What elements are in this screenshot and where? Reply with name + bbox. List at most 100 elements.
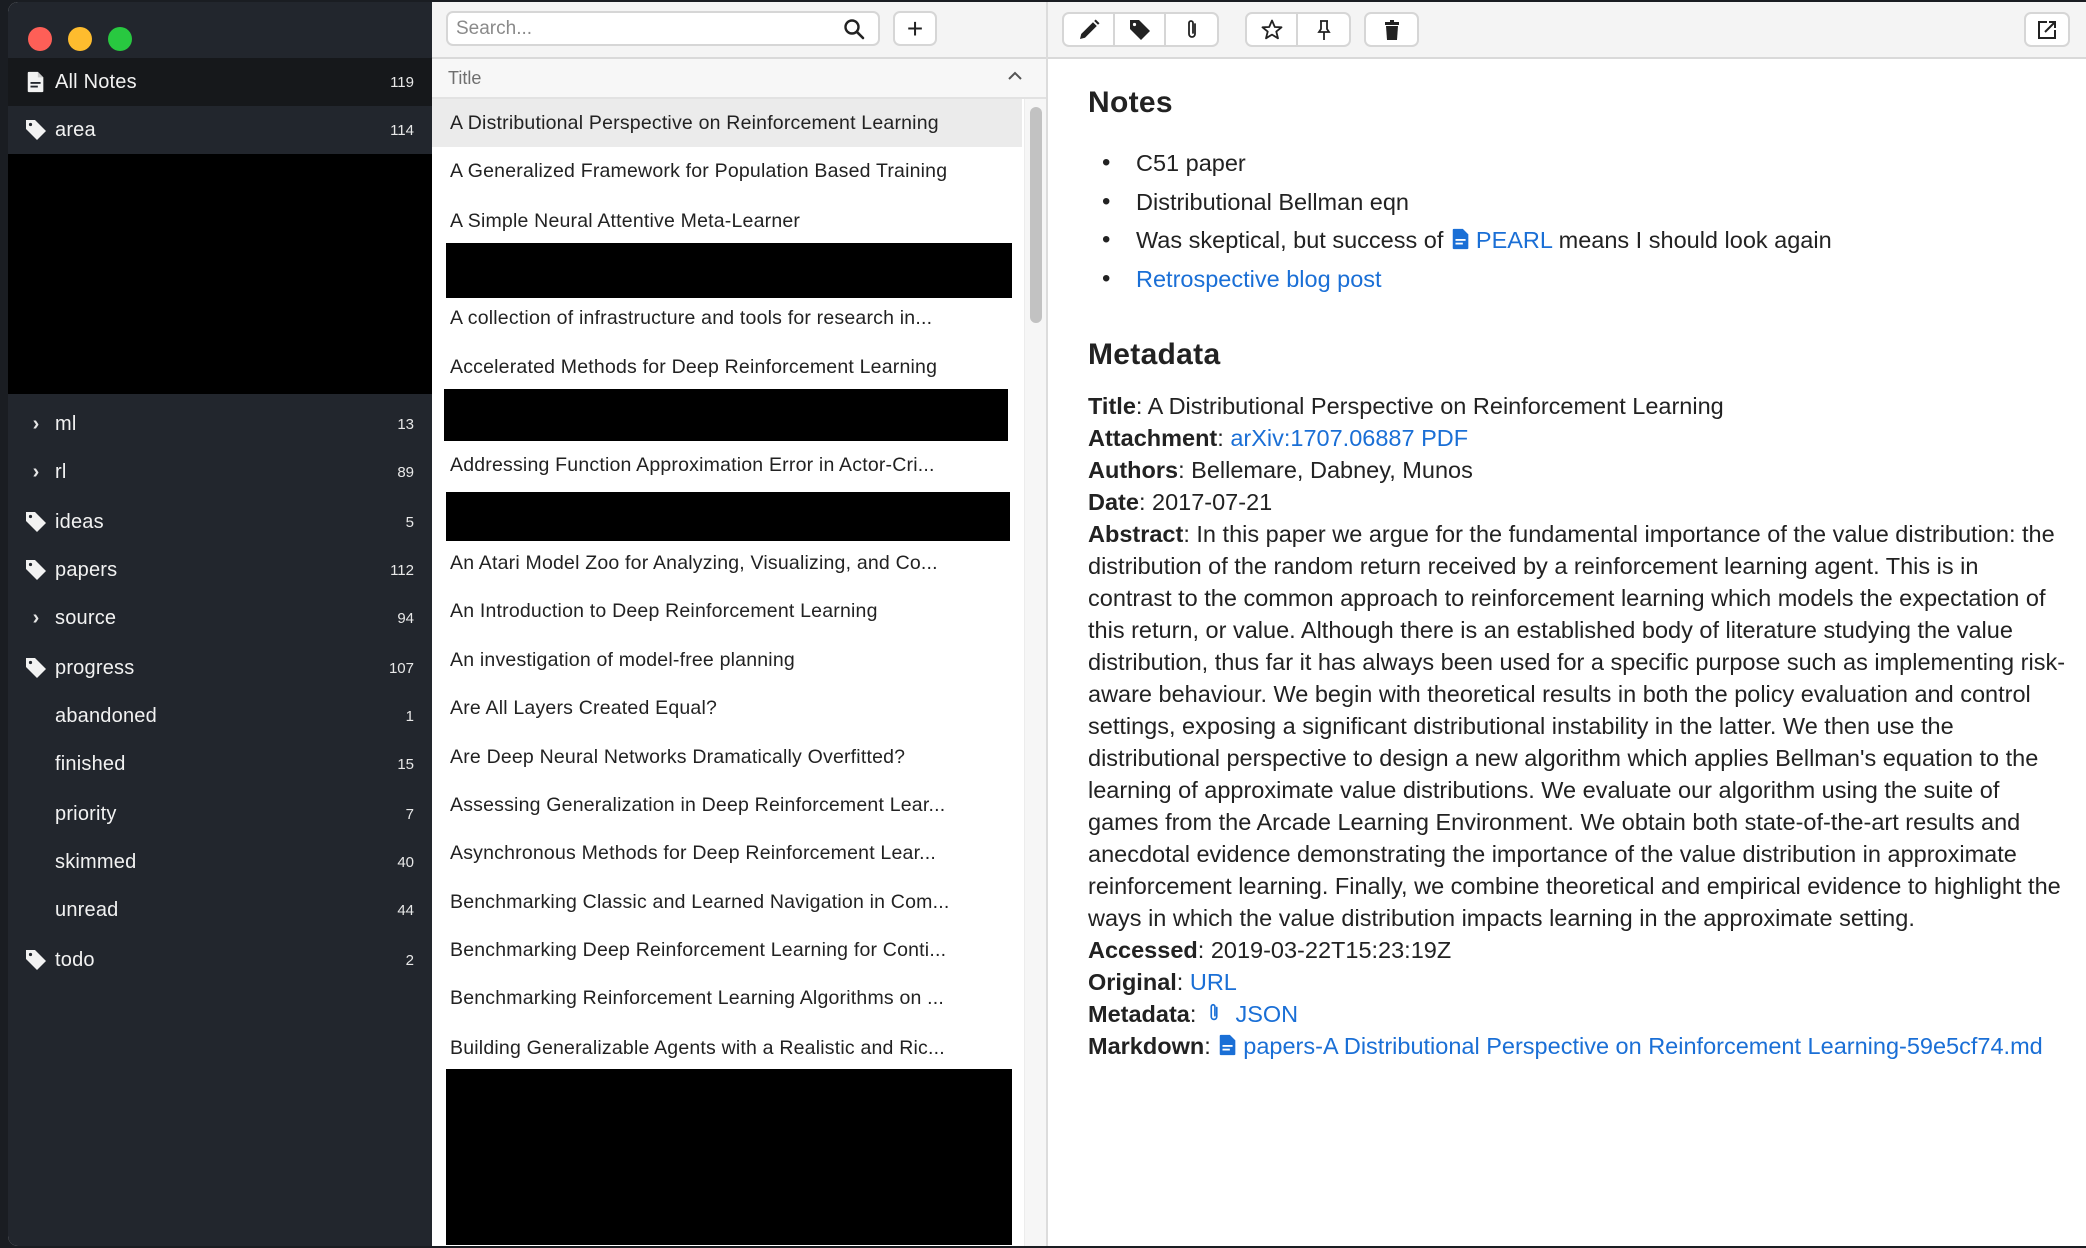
redacted-region [444, 389, 1008, 441]
tag-icon [22, 508, 50, 536]
paperclip-icon [1187, 19, 1196, 38]
note-list-scrollbar[interactable] [1024, 99, 1046, 1246]
metadata-heading: Metadata [1088, 338, 1221, 371]
metadata-markdown: Markdown: papers-A Distributional Perspe… [1088, 1033, 2043, 1059]
window-controls [28, 27, 132, 51]
metadata-accessed: Accessed: 2019-03-22T15:23:19Z [1088, 937, 1452, 963]
pencil-icon [1079, 19, 1099, 39]
title-column-header[interactable]: Title [432, 59, 1046, 99]
list-item[interactable]: A Generalized Framework for Population B… [432, 147, 1022, 195]
search-input[interactable] [448, 17, 828, 40]
note-icon [1452, 228, 1469, 250]
sidebar-item-unread[interactable]: unread 44 [8, 886, 432, 934]
sidebar-item-abandoned[interactable]: abandoned 1 [8, 692, 432, 740]
metadata-date: Date: 2017-07-21 [1088, 489, 1273, 515]
metadata-abstract: Abstract: In this paper we argue for the… [1088, 521, 2066, 931]
star-icon [1261, 19, 1282, 39]
tag-button[interactable] [1115, 14, 1166, 45]
list-item[interactable]: Building Generalizable Agents with a Rea… [432, 1024, 1022, 1072]
sidebar: All Notes 119 area 114 › ml 13 › rl 89 i… [8, 2, 432, 1246]
redacted-region [446, 1069, 1012, 1245]
sidebar-item-todo[interactable]: todo 2 [8, 936, 432, 984]
list-item[interactable]: Benchmarking Classic and Learned Navigat… [432, 878, 1022, 926]
metadata-attachment: Attachment: arXiv:1707.06887 PDF [1088, 425, 1469, 451]
delete-button-group [1364, 12, 1419, 47]
metadata-metadata: Metadata: JSON [1088, 1001, 1299, 1027]
note-content: Notes C51 paper Distributional Bellman e… [1088, 86, 2068, 1062]
sidebar-item-skimmed[interactable]: skimmed 40 [8, 838, 432, 886]
chevron-right-icon[interactable]: › [22, 410, 50, 438]
sidebar-item-all-notes[interactable]: All Notes 119 [8, 58, 432, 106]
add-note-button[interactable]: + [893, 11, 937, 46]
edit-button-group [1062, 12, 1219, 47]
list-item[interactable]: Benchmarking Reinforcement Learning Algo… [432, 974, 1022, 1022]
paperclip-icon [1210, 1003, 1218, 1021]
sidebar-item-finished[interactable]: finished 15 [8, 740, 432, 788]
delete-button[interactable] [1366, 14, 1417, 45]
trash-icon [1384, 19, 1399, 40]
tag-icon [22, 654, 50, 682]
note-icon [22, 68, 50, 96]
edit-button[interactable] [1064, 14, 1115, 45]
redacted-region [8, 154, 432, 394]
chevron-right-icon[interactable]: › [22, 458, 50, 486]
list-item[interactable]: Asynchronous Methods for Deep Reinforcem… [432, 829, 1022, 877]
sidebar-item-area[interactable]: area 114 [8, 106, 432, 154]
list-item[interactable]: Assessing Generalization in Deep Reinfor… [432, 781, 1022, 829]
plus-icon: + [906, 12, 924, 44]
original-url-link[interactable]: URL [1190, 969, 1237, 995]
markdown-file-link[interactable]: papers-A Distributional Perspective on R… [1217, 1033, 2043, 1059]
scrollbar-thumb[interactable] [1030, 107, 1042, 323]
list-item[interactable]: An Introduction to Deep Reinforcement Le… [432, 587, 1022, 635]
notes-list-item: Was skeptical, but success of PEARL mean… [1088, 221, 2068, 260]
pearl-note-link[interactable]: PEARL [1450, 227, 1552, 253]
notes-list-item: Distributional Bellman eqn [1088, 183, 2068, 222]
chevron-right-icon[interactable]: › [22, 604, 50, 632]
attachment-link[interactable]: arXiv:1707.06887 PDF [1230, 425, 1468, 451]
close-window-button[interactable] [28, 27, 52, 51]
notes-list: C51 paper Distributional Bellman eqn Was… [1088, 144, 2068, 298]
pin-icon [1316, 19, 1331, 40]
note-list-toolbar: + [432, 2, 1046, 59]
maximize-window-button[interactable] [108, 27, 132, 51]
list-item[interactable]: Are All Layers Created Equal? [432, 684, 1022, 732]
note-detail-panel: Notes C51 paper Distributional Bellman e… [1048, 2, 2086, 1246]
sidebar-item-rl[interactable]: › rl 89 [8, 448, 432, 496]
open-external-button[interactable] [2026, 14, 2068, 45]
retrospective-blog-link[interactable]: Retrospective blog post [1136, 266, 1382, 292]
notes-heading: Notes [1088, 86, 1173, 119]
attach-button[interactable] [1166, 14, 1217, 45]
metadata-authors: Authors: Bellemare, Dabney, Munos [1088, 457, 1473, 483]
sort-ascending-icon[interactable] [1006, 67, 1024, 85]
tag-icon [22, 116, 50, 144]
list-item[interactable]: A Simple Neural Attentive Meta-Learner [432, 197, 1022, 245]
app-window: All Notes 119 area 114 › ml 13 › rl 89 i… [8, 2, 2086, 1246]
redacted-region [446, 492, 1010, 541]
list-item[interactable]: A Distributional Perspective on Reinforc… [432, 99, 1022, 147]
list-item[interactable]: A collection of infrastructure and tools… [432, 294, 1022, 342]
metadata-json-link[interactable]: JSON [1203, 1001, 1298, 1027]
metadata-title: Title: A Distributional Perspective on R… [1088, 393, 1724, 419]
sidebar-item-priority[interactable]: priority 7 [8, 790, 432, 838]
star-button[interactable] [1247, 14, 1298, 45]
sidebar-item-papers[interactable]: papers 112 [8, 546, 432, 594]
notes-list-item: Retrospective blog post [1088, 260, 2068, 299]
list-item[interactable]: Benchmarking Deep Reinforcement Learning… [432, 926, 1022, 974]
list-item[interactable]: Addressing Function Approximation Error … [432, 441, 1022, 489]
list-item[interactable]: An investigation of model-free planning [432, 636, 1022, 684]
search-field[interactable] [446, 11, 880, 46]
sidebar-item-source[interactable]: › source 94 [8, 594, 432, 642]
tag-icon [1129, 19, 1150, 40]
list-item[interactable]: An Atari Model Zoo for Analyzing, Visual… [432, 539, 1022, 587]
sidebar-item-ml[interactable]: › ml 13 [8, 400, 432, 448]
list-item[interactable]: Are Deep Neural Networks Dramatically Ov… [432, 733, 1022, 781]
minimize-window-button[interactable] [68, 27, 92, 51]
search-icon[interactable] [842, 17, 866, 41]
popout-button-group [2024, 12, 2070, 47]
note-toolbar [1048, 2, 2086, 59]
notes-list-item: C51 paper [1088, 144, 2068, 183]
list-item[interactable]: Accelerated Methods for Deep Reinforceme… [432, 343, 1022, 391]
pin-button[interactable] [1298, 14, 1349, 45]
sidebar-item-ideas[interactable]: ideas 5 [8, 498, 432, 546]
sidebar-item-progress[interactable]: progress 107 [8, 644, 432, 692]
